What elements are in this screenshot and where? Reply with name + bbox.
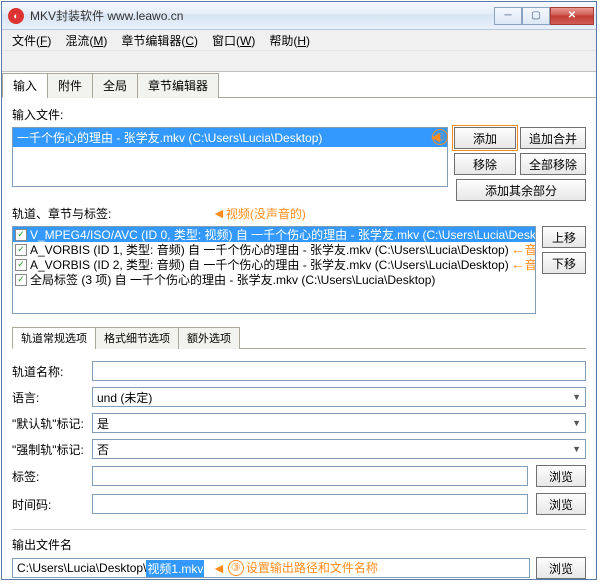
output-label: 输出文件名: [12, 536, 586, 553]
remove-button[interactable]: 移除: [454, 153, 516, 175]
track-text: A_VORBIS (ID 1, 类型: 音频) 自 一千个伤心的理由 - 张学友…: [30, 242, 509, 257]
menu-mux[interactable]: 混流(M): [59, 30, 113, 51]
close-button[interactable]: ✕: [550, 7, 594, 25]
tab-chapter-editor[interactable]: 章节编辑器: [137, 73, 219, 98]
tab-attachments[interactable]: 附件: [47, 73, 93, 98]
track-row[interactable]: ✓A_VORBIS (ID 1, 类型: 音频) 自 一千个伤心的理由 - 张学…: [13, 242, 535, 257]
track-row[interactable]: ✓V_MPEG4/ISO/AVC (ID 0, 类型: 视频) 自 一千个伤心的…: [13, 227, 535, 242]
default-flag-label: "默认轨"标记:: [12, 415, 84, 432]
tab-input[interactable]: 输入: [2, 73, 48, 98]
main-tabs: 输入 附件 全局 章节编辑器: [2, 72, 596, 98]
output-path-selection: 视频1.mkv: [146, 560, 204, 577]
subtab-extra[interactable]: 额外选项: [178, 327, 240, 349]
move-up-button[interactable]: 上移: [542, 226, 586, 248]
output-path-prefix: C:\Users\Lucia\Desktop\: [17, 561, 146, 575]
track-text: V_MPEG4/ISO/AVC (ID 0, 类型: 视频) 自 一千个伤心的理…: [30, 227, 535, 242]
timecode-input[interactable]: [92, 494, 528, 514]
language-label: 语言:: [12, 389, 84, 406]
menu-help[interactable]: 帮助(H): [263, 30, 316, 51]
toolbar: [2, 50, 596, 72]
track-row[interactable]: ✓全局标签 (3 项) 自 一千个伤心的理由 - 张学友.mkv (C:\Use…: [13, 272, 535, 287]
subtab-general[interactable]: 轨道常规选项: [12, 327, 96, 349]
tab-global[interactable]: 全局: [92, 73, 138, 98]
tracks-label: 轨道、章节与标签:: [12, 205, 111, 222]
annotation-video-note: ◄视频(没声音的): [212, 205, 306, 222]
track-row[interactable]: ✓A_VORBIS (ID 2, 类型: 音频) 自 一千个伤心的理由 - 张学…: [13, 257, 535, 272]
arrow-icon: ◄: [428, 129, 443, 146]
tags-browse-button[interactable]: 浏览: [536, 465, 586, 487]
checkbox-icon[interactable]: ✓: [15, 229, 27, 241]
window-title: MKV封装软件 www.leawo.cn: [30, 7, 494, 24]
move-down-button[interactable]: 下移: [542, 252, 586, 274]
forced-flag-label: "强制轨"标记:: [12, 441, 84, 458]
track-option-tabs: 轨道常规选项 格式细节选项 额外选项: [12, 326, 586, 349]
input-file-item[interactable]: 一千个伤心的理由 - 张学友.mkv (C:\Users\Lucia\Deskt…: [13, 128, 447, 147]
titlebar: ◐ MKV封装软件 www.leawo.cn ─ ▢ ✕: [2, 2, 596, 30]
remove-all-button[interactable]: 全部移除: [520, 153, 586, 175]
default-flag-select[interactable]: 是▼: [92, 413, 586, 433]
input-files-label: 输入文件:: [12, 106, 586, 123]
add-rest-button[interactable]: 添加其余部分: [456, 179, 586, 201]
chevron-down-icon: ▼: [572, 392, 581, 402]
tags-label: 标签:: [12, 468, 84, 485]
chevron-down-icon: ▼: [572, 444, 581, 454]
timecode-label: 时间码:: [12, 496, 84, 513]
menu-chapter-editor[interactable]: 章节编辑器(C): [115, 30, 204, 51]
append-button[interactable]: 追加合并: [520, 127, 586, 149]
chevron-down-icon: ▼: [572, 418, 581, 428]
subtab-format[interactable]: 格式细节选项: [95, 327, 179, 349]
input-file-list[interactable]: 一千个伤心的理由 - 张学友.mkv (C:\Users\Lucia\Deskt…: [12, 127, 448, 187]
forced-flag-select[interactable]: 否▼: [92, 439, 586, 459]
tags-input[interactable]: [92, 466, 528, 486]
checkbox-icon[interactable]: ✓: [15, 244, 27, 256]
minimize-button[interactable]: ─: [494, 7, 522, 25]
track-list[interactable]: ② ✓V_MPEG4/ISO/AVC (ID 0, 类型: 视频) 自 一千个伤…: [12, 226, 536, 314]
output-path-input[interactable]: C:\Users\Lucia\Desktop\视频1.mkv: [12, 558, 530, 578]
add-button[interactable]: 添加: [454, 127, 516, 149]
track-name-label: 轨道名称:: [12, 363, 84, 380]
menu-window[interactable]: 窗口(W): [206, 30, 261, 51]
track-text: 全局标签 (3 项) 自 一千个伤心的理由 - 张学友.mkv (C:\User…: [30, 272, 435, 287]
checkbox-icon[interactable]: ✓: [15, 259, 27, 271]
file-item-text: 一千个伤心的理由 - 张学友.mkv (C:\Users\Lucia\Deskt…: [17, 129, 322, 146]
track-text: A_VORBIS (ID 2, 类型: 音频) 自 一千个伤心的理由 - 张学友…: [30, 257, 509, 272]
output-browse-button[interactable]: 浏览: [536, 557, 586, 579]
menubar: 文件(F) 混流(M) 章节编辑器(C) 窗口(W) 帮助(H): [2, 30, 596, 50]
timecode-browse-button[interactable]: 浏览: [536, 493, 586, 515]
maximize-button[interactable]: ▢: [522, 7, 550, 25]
menu-file[interactable]: 文件(F): [6, 30, 57, 51]
checkbox-icon[interactable]: ✓: [15, 274, 27, 286]
language-select[interactable]: und (未定)▼: [92, 387, 586, 407]
app-icon: ◐: [8, 8, 24, 24]
track-name-input[interactable]: [92, 361, 586, 381]
